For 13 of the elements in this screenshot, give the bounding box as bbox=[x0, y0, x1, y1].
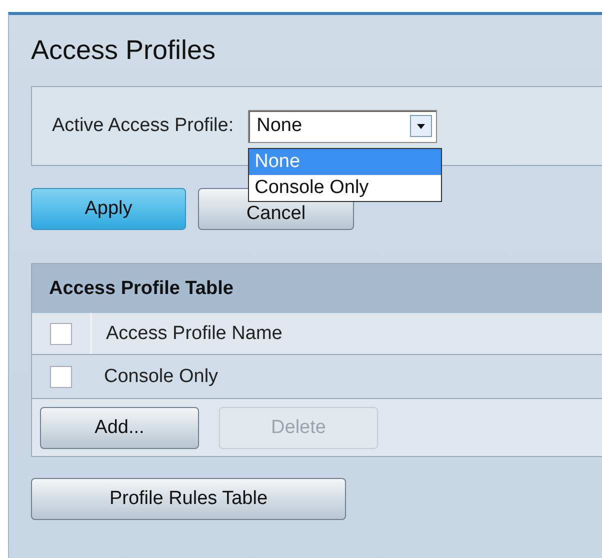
profile-rules-button[interactable]: Profile Rules Table bbox=[31, 478, 346, 520]
dropdown-caret-icon bbox=[410, 115, 432, 137]
table-title: Access Profile Table bbox=[32, 264, 602, 313]
apply-button[interactable]: Apply bbox=[31, 188, 186, 230]
column-header: Access Profile Name bbox=[105, 322, 282, 344]
page-title: Access Profiles bbox=[31, 35, 217, 66]
checkbox[interactable] bbox=[50, 322, 72, 344]
table-row[interactable]: Console Only bbox=[32, 355, 602, 399]
checkbox[interactable] bbox=[50, 366, 72, 388]
profile-select[interactable]: None bbox=[248, 110, 437, 142]
add-button[interactable]: Add... bbox=[40, 406, 199, 448]
field-label: Active Access Profile: bbox=[52, 115, 234, 137]
table-cell-text: Console Only bbox=[103, 366, 218, 388]
